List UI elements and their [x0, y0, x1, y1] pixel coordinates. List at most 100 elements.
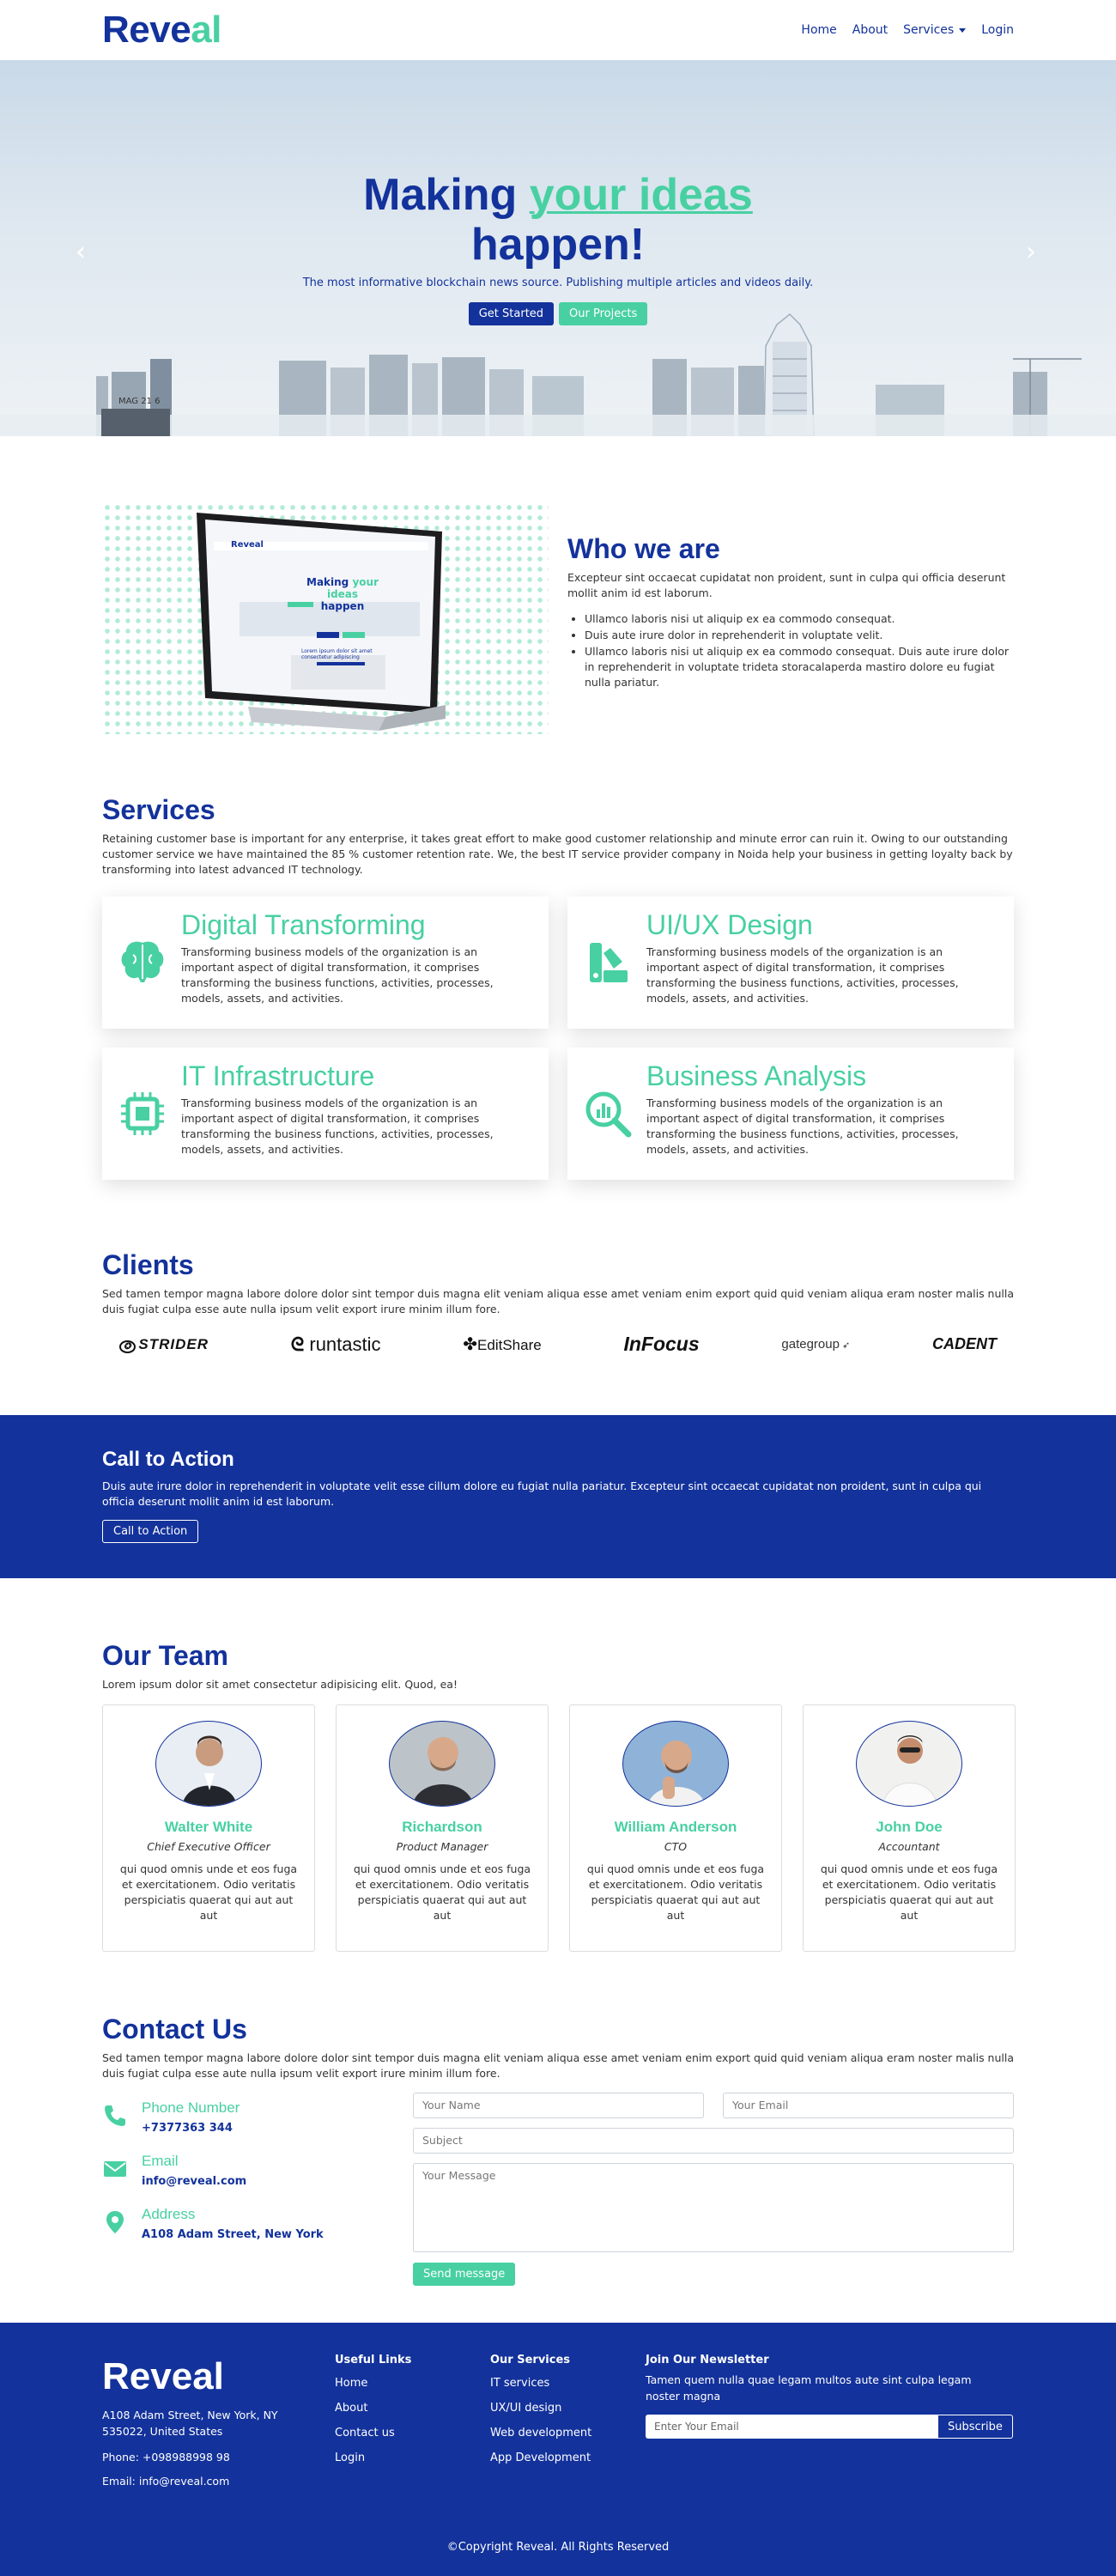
services-section: Services Retaining customer base is impo…: [102, 794, 1014, 1180]
footer-link[interactable]: Login: [335, 2451, 411, 2464]
monitor-illustration: [197, 513, 446, 731]
email-value: info@reveal.com: [142, 2175, 247, 2188]
address-value: A108 Adam Street, New York: [142, 2228, 324, 2241]
service-title: UI/UX Design: [646, 909, 813, 940]
footer: Reveal A108 Adam Street, New York, NY 53…: [0, 2323, 1116, 2576]
logo-gategroup: gategroup ➶: [781, 1337, 851, 1352]
name-field[interactable]: Your Name: [413, 2093, 704, 2118]
cta-title: Call to Action: [102, 1448, 234, 1471]
phone-value: +7377363 344: [142, 2122, 233, 2135]
clients-section: Clients Sed tamen tempor magna labore do…: [102, 1249, 1014, 1356]
chevron-down-icon: [959, 27, 967, 33]
newsletter-email-input[interactable]: Enter Your Email: [646, 2415, 937, 2439]
footer-phone: Phone: +098988998 98: [102, 2451, 230, 2464]
avatar: [622, 1721, 729, 1807]
phone-icon: [105, 2105, 125, 2126]
member-role: Chief Executive Officer: [147, 1840, 270, 1853]
screen-caption: Lorem ipsum dolor sit amet consectetur a…: [301, 648, 373, 660]
nav-services-dropdown[interactable]: Services: [903, 23, 967, 37]
member-name: John Doe: [876, 1819, 943, 1835]
avatar: [389, 1721, 495, 1807]
contact-title: Contact Us: [102, 2014, 247, 2044]
contact-intro: Sed tamen tempor magna labore dolore dol…: [102, 2051, 1015, 2080]
who-intro: Excepteur sint occaecat cupidatat non pr…: [567, 571, 1006, 599]
subject-field[interactable]: Subject: [413, 2128, 1014, 2154]
footer-link[interactable]: About: [335, 2402, 411, 2415]
footer-email: Email: info@reveal.com: [102, 2475, 230, 2488]
screen-brand: Reveal: [231, 540, 264, 550]
email-field[interactable]: Your Email: [723, 2093, 1014, 2118]
service-title: IT Infrastructure: [181, 1060, 375, 1091]
service-title: Digital Transforming: [181, 909, 426, 940]
envelope-icon: [104, 2161, 126, 2177]
member-role: CTO: [664, 1840, 688, 1853]
member-desc: qui quod omnis unde et eos fuga et exerc…: [820, 1862, 998, 1922]
services-intro: Retaining customer base is important for…: [102, 832, 1013, 876]
footer-address: A108 Adam Street, New York, NY 535022, U…: [102, 2409, 278, 2438]
message-field[interactable]: Your Message: [413, 2163, 1014, 2252]
footer-link[interactable]: Home: [335, 2377, 411, 2390]
analysis-icon: [585, 1091, 632, 1138]
service-desc: Transforming business models of the orga…: [646, 945, 959, 1005]
service-desc: Transforming business models of the orga…: [181, 1097, 494, 1156]
logo-editshare: ✤EditShare: [463, 1335, 542, 1354]
logo-runtastic: ᘓ runtastic: [290, 1333, 381, 1355]
copyright: ©Copyright Reveal. All Rights Reserved: [446, 2541, 670, 2554]
contact-email: Email info@reveal.com: [102, 2153, 385, 2206]
client-logos: ✪ STRIDER ᘓ runtastic ✤EditShare InFocus …: [102, 1333, 1014, 1356]
nav-home[interactable]: Home: [801, 23, 836, 37]
logo-strider: ✪ STRIDER: [119, 1336, 209, 1353]
palette-icon: [590, 943, 628, 982]
footer-link[interactable]: Web development: [490, 2427, 591, 2439]
clients-intro: Sed tamen tempor magna labore dolore dol…: [102, 1287, 1015, 1315]
cta-section: Call to Action Duis aute irure dolor in …: [0, 1415, 1116, 1578]
cta-button[interactable]: Call to Action: [102, 1520, 199, 1543]
who-list: Ullamco laboris nisi ut aliquip ex ea co…: [567, 611, 1014, 690]
service-card-infrastructure[interactable]: IT Infrastructure Transforming business …: [102, 1048, 549, 1180]
brand-logo[interactable]: Reveal: [102, 9, 221, 52]
service-card-digital[interactable]: Digital Transforming Transforming busine…: [102, 896, 549, 1029]
who-title: Who we are: [567, 533, 720, 564]
send-message-button[interactable]: Send message: [413, 2263, 516, 2286]
footer-link[interactable]: UX/UI design: [490, 2402, 591, 2415]
cta-text: Duis aute irure dolor in reprehenderit i…: [102, 1479, 982, 1508]
footer-link[interactable]: Contact us: [335, 2427, 411, 2439]
our-services-title: Our Services: [490, 2354, 571, 2366]
logo-cadent: CADENT: [931, 1335, 997, 1352]
nav-about[interactable]: About: [852, 23, 888, 37]
member-name: Walter White: [164, 1819, 253, 1835]
clients-title: Clients: [102, 1249, 194, 1280]
subscribe-button[interactable]: Subscribe: [937, 2415, 1013, 2439]
nav-login[interactable]: Login: [981, 23, 1014, 37]
member-desc: qui quod omnis unde et eos fuga et exerc…: [119, 1862, 298, 1922]
hero-subtitle: The most informative blockchain news sou…: [302, 276, 814, 289]
chip-icon: [121, 1092, 164, 1135]
list-item: Ullamco laboris nisi ut aliquip ex ea co…: [585, 611, 1014, 627]
footer-link[interactable]: App Development: [490, 2451, 591, 2464]
list-item: Duis aute irure dolor in reprehenderit i…: [585, 628, 1014, 643]
footer-link[interactable]: IT services: [490, 2377, 591, 2390]
team-card: John Doe Accountant qui quod omnis unde …: [803, 1704, 1016, 1952]
team-intro: Lorem ipsum dolor sit amet consectetur a…: [102, 1678, 458, 1691]
map-pin-icon: [106, 2211, 124, 2233]
member-desc: qui quod omnis unde et eos fuga et exerc…: [586, 1862, 765, 1922]
contact-address: Address A108 Adam Street, New York: [102, 2206, 385, 2259]
get-started-button[interactable]: Get Started: [468, 302, 555, 325]
list-item: Ullamco laboris nisi ut aliquip ex ea co…: [585, 644, 1014, 690]
team-card: Walter White Chief Executive Officer qui…: [102, 1704, 315, 1952]
our-projects-button[interactable]: Our Projects: [559, 302, 648, 325]
member-name: Richardson: [402, 1819, 482, 1835]
contact-phone: Phone Number +7377363 344: [102, 2099, 385, 2153]
brain-icon: [121, 941, 164, 982]
team-title: Our Team: [102, 1640, 228, 1671]
contact-form: Your Name Your Email Subject Your Messag…: [413, 2093, 1014, 2286]
service-desc: Transforming business models of the orga…: [181, 945, 494, 1005]
contact-section: Contact Us Sed tamen tempor magna labore…: [102, 2014, 1015, 2286]
newsletter-title: Join Our Newsletter: [646, 2354, 769, 2366]
useful-links-title: Useful Links: [335, 2354, 412, 2366]
service-desc: Transforming business models of the orga…: [646, 1097, 959, 1156]
service-card-uiux[interactable]: UI/UX Design Transforming business model…: [567, 896, 1014, 1029]
hero-title: Making your ideas happen!: [363, 170, 753, 270]
service-card-analysis[interactable]: Business Analysis Transforming business …: [567, 1048, 1014, 1180]
footer-brand[interactable]: Reveal: [102, 2355, 308, 2398]
